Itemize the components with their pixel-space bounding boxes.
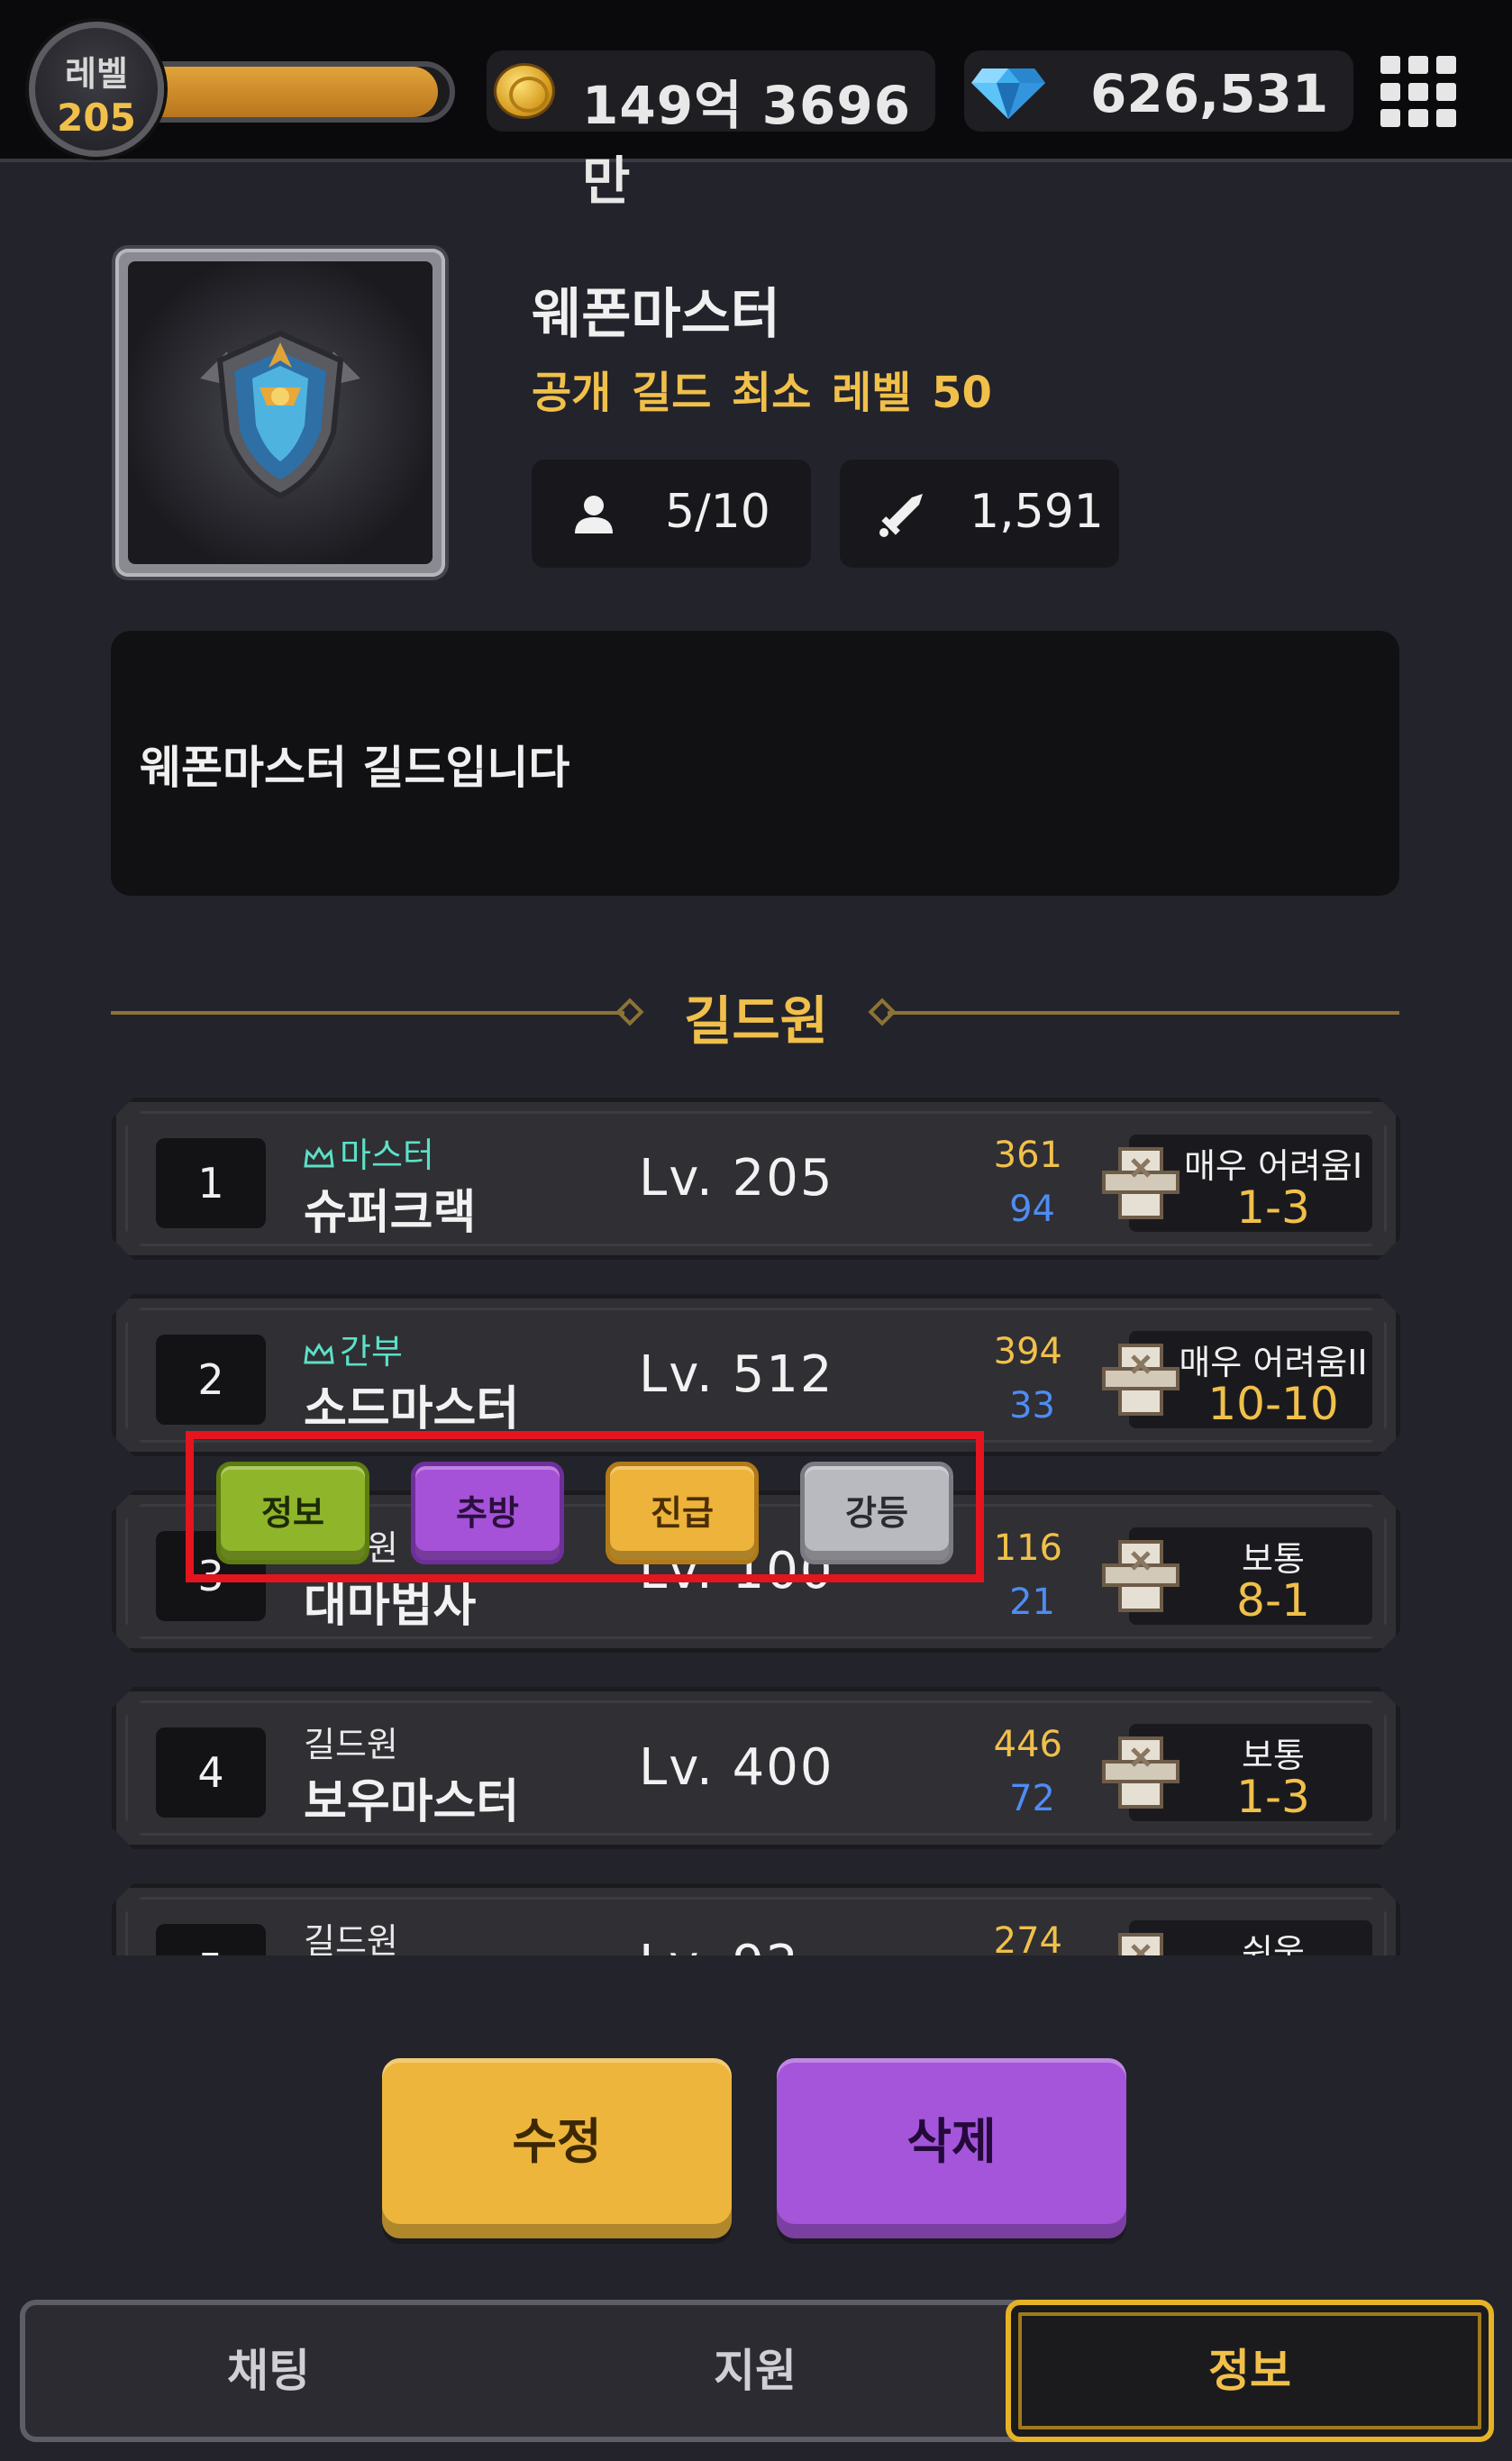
tab-info[interactable]: 정보 (1006, 2300, 1494, 2442)
member-row[interactable]: 4 길드원 보우마스터 Lv. 400 446 72 보통 1-3 (112, 1687, 1400, 1849)
rank-number: 4 (156, 1727, 266, 1818)
difficulty-label: 매우 어려움II (1179, 1343, 1368, 1382)
member-role: 길드원 (304, 1921, 398, 1955)
player-level-badge[interactable]: 레벨 205 (29, 22, 164, 157)
member-role: 마스터 (304, 1127, 434, 1177)
stage-label: 8-1 (1236, 1574, 1310, 1627)
guild-description-box: 웨폰마스터 길드입니다 (111, 631, 1399, 896)
guild-description: 웨폰마스터 길드입니다 (140, 742, 570, 794)
member-name: 슈퍼크랙 (304, 1186, 477, 1240)
bottom-tab-bar: 채팅 지원 정보 (20, 2300, 1494, 2442)
top-status-bar: 레벨 205 149억 3696만 626,531 (0, 0, 1512, 212)
member-count-chip: 5/10 (532, 460, 811, 568)
scroll-icon (1100, 1336, 1181, 1423)
member-level: Lv. 400 (639, 1738, 834, 1797)
scroll-icon (1100, 1729, 1181, 1816)
difficulty-label: 보통 (1242, 1539, 1305, 1579)
member-stat-gold: 274 (993, 1920, 1062, 1955)
member-level: Lv. 512 (639, 1345, 834, 1404)
member-role: 길드원 (304, 1725, 398, 1764)
stage-label: 1-3 (1236, 1181, 1310, 1234)
gem-counter[interactable]: 626,531 (964, 50, 1353, 132)
scroll-icon (1100, 1140, 1181, 1226)
shield-emblem-icon (200, 330, 360, 499)
scroll-icon (1100, 1926, 1181, 1955)
dungeon-progress: 매우 어려움I 1-3 (1129, 1135, 1372, 1232)
rank-number: 1 (156, 1138, 266, 1228)
member-role-label: 마스터 (340, 1135, 434, 1175)
guild-emblem (128, 261, 433, 564)
member-stat-gold: 116 (993, 1527, 1062, 1569)
member-stat-blue: 33 (1009, 1385, 1055, 1426)
level-label: 레벨 (65, 54, 128, 94)
difficulty-label: 쉬움 (1242, 1932, 1305, 1955)
sword-icon (879, 494, 923, 537)
dungeon-progress: 보통 1-3 (1129, 1724, 1372, 1821)
member-stat-blue: 21 (1009, 1581, 1055, 1623)
gold-counter[interactable]: 149억 3696만 (487, 50, 935, 212)
member-stat-blue: 94 (1009, 1189, 1055, 1230)
rank-number: 5 (156, 1924, 266, 1955)
difficulty-label: 보통 (1242, 1736, 1305, 1775)
member-stat-gold: 361 (993, 1135, 1062, 1176)
delete-button[interactable]: 삭제 (777, 2058, 1126, 2238)
member-stat-blue: 72 (1009, 1778, 1055, 1819)
experience-bar (144, 61, 455, 123)
grid-menu-icon[interactable] (1380, 56, 1456, 128)
guild-power-chip: 1,591 (840, 460, 1119, 568)
stage-label: 1-3 (1236, 1771, 1310, 1823)
stage-label: 10-10 (1207, 1378, 1339, 1430)
difficulty-label: 매우 어려움I (1183, 1146, 1363, 1186)
guild-name: 웨폰마스터 (532, 283, 780, 346)
diamond-icon (971, 68, 1045, 119)
member-role-label: 간부 (340, 1332, 403, 1372)
member-row[interactable]: 1 마스터 슈퍼크랙 Lv. 205 361 94 매우 어려움I 1-3 (112, 1098, 1400, 1260)
gold-coin-icon (494, 63, 555, 119)
member-level: Lv. 92 (639, 1935, 800, 1955)
edit-button[interactable]: 수정 (382, 2058, 732, 2238)
experience-fill (150, 67, 438, 117)
member-count: 5/10 (665, 485, 770, 539)
gold-amount: 149억 3696만 (582, 75, 912, 212)
member-stat-gold: 394 (993, 1331, 1062, 1372)
member-level: Lv. 205 (639, 1149, 834, 1208)
member-row[interactable]: 5 길드원 Lv. 92 274 쉬움 (112, 1883, 1400, 1955)
member-name: 보우마스터 (304, 1775, 520, 1829)
scroll-icon (1100, 1533, 1181, 1619)
kick-button[interactable]: 추방 (411, 1462, 564, 1564)
section-title-members: 길드원 (683, 990, 829, 1052)
dungeon-progress: 쉬움 (1129, 1920, 1372, 1955)
member-name: 소드마스터 (304, 1382, 520, 1436)
tab-support[interactable]: 지원 (512, 2305, 998, 2437)
tab-chat[interactable]: 채팅 (25, 2305, 512, 2437)
demote-button[interactable]: 강등 (800, 1462, 953, 1564)
member-role: 간부 (304, 1324, 403, 1373)
person-icon (575, 496, 613, 533)
member-stat-gold: 446 (993, 1724, 1062, 1765)
dungeon-progress: 매우 어려움II 10-10 (1129, 1331, 1372, 1428)
guild-emblem-frame (115, 249, 445, 577)
gem-amount: 626,531 (1090, 63, 1329, 124)
guild-power: 1,591 (970, 485, 1104, 539)
crown-icon (304, 1343, 334, 1366)
guild-meta: 공개 길드 최소 레벨 50 (532, 368, 992, 418)
dungeon-progress: 보통 8-1 (1129, 1527, 1372, 1625)
info-button[interactable]: 정보 (216, 1462, 369, 1564)
crown-icon (304, 1146, 334, 1170)
promote-button[interactable]: 진급 (606, 1462, 759, 1564)
level-value: 205 (57, 96, 136, 140)
rank-number: 2 (156, 1335, 266, 1425)
